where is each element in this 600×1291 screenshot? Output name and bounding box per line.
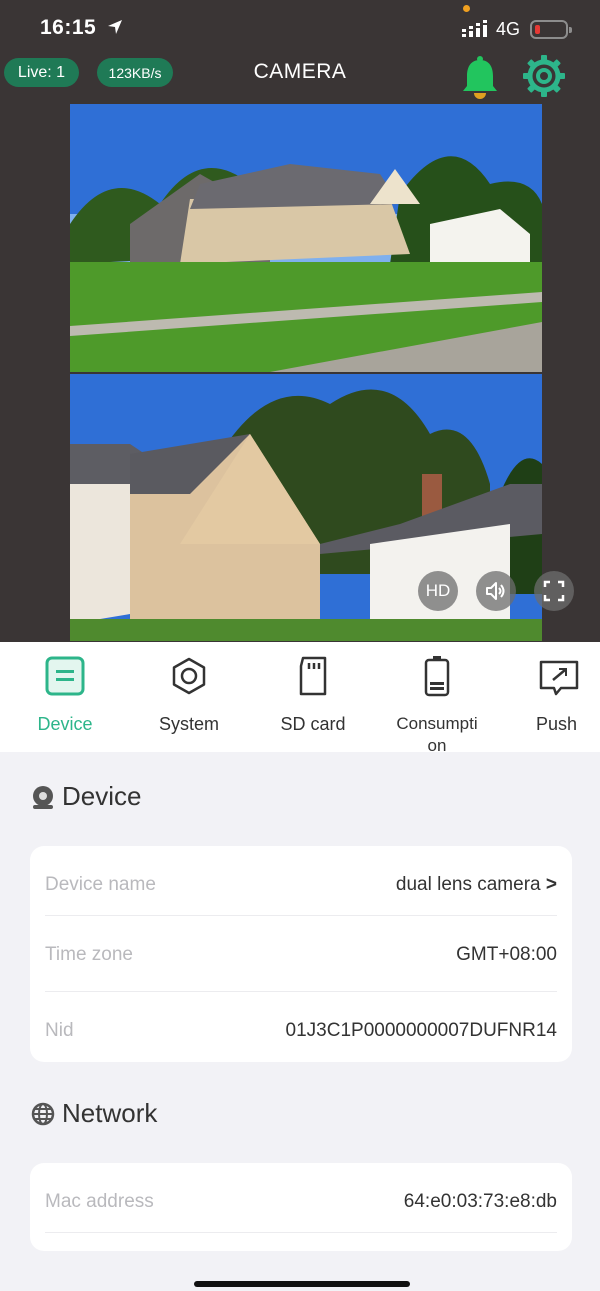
row-value-group: dual lens camera > xyxy=(396,874,557,896)
speaker-button[interactable] xyxy=(476,571,516,611)
device-name-value: dual lens camera xyxy=(395,873,541,895)
tab-label: Device xyxy=(37,714,93,734)
tab-device[interactable]: Device xyxy=(0,642,130,752)
page-title: CAMERA xyxy=(253,60,347,83)
network-section-heading: Network xyxy=(30,1098,157,1129)
fullscreen-icon xyxy=(543,580,565,602)
fullscreen-button[interactable] xyxy=(534,571,574,611)
video-panel: 16:15 4G Live: 1 123KB/s CAMERA HD xyxy=(0,0,600,642)
camera-icon xyxy=(33,785,53,809)
section-title: Device xyxy=(62,781,142,811)
push-icon xyxy=(539,660,579,696)
tab-push[interactable]: Push xyxy=(496,642,600,752)
time-zone-value: GMT+08:00 xyxy=(456,943,557,965)
device-icon xyxy=(45,656,85,696)
bell-icon[interactable] xyxy=(460,54,500,100)
tab-label: Push xyxy=(536,714,578,734)
chevron-right-icon: > xyxy=(545,873,557,895)
section-title: Network xyxy=(62,1098,158,1128)
globe-icon xyxy=(31,1102,55,1125)
row-label: Time zone xyxy=(45,943,133,965)
battery-icon xyxy=(424,656,450,697)
nid-row: Nid 01J3C1P0000000007DUFNR14 xyxy=(45,992,557,1069)
mac-address-value: 64:e0:03:73:e8:db xyxy=(403,1190,557,1212)
device-info-card: Device name dual lens camera > Time zone… xyxy=(30,846,572,1062)
row-label: Mac address xyxy=(45,1190,154,1212)
divider xyxy=(45,1232,557,1233)
status-bar: 16:15 4G xyxy=(0,0,600,58)
battery-icon xyxy=(530,20,572,39)
camera-feed-1[interactable] xyxy=(70,104,542,372)
time-zone-row: Time zone GMT+08:00 xyxy=(45,916,557,993)
gear-icon[interactable] xyxy=(522,54,566,98)
row-label: Nid xyxy=(45,1019,74,1041)
tab-label: Consumpti on xyxy=(396,714,478,755)
settings-tab-bar: Device System SD card Consumpti on Push xyxy=(0,642,600,755)
location-icon xyxy=(108,20,122,34)
tab-consumption[interactable]: Consumpti on xyxy=(372,642,502,755)
sd-card-icon xyxy=(299,656,327,696)
device-name-row[interactable]: Device name dual lens camera > xyxy=(45,846,557,923)
row-label: Device name xyxy=(45,873,156,895)
system-icon xyxy=(172,657,206,695)
home-indicator[interactable] xyxy=(194,1281,410,1287)
mac-address-row: Mac address 64:e0:03:73:e8:db xyxy=(45,1163,557,1240)
signal-icon xyxy=(462,20,487,37)
device-section-heading: Device xyxy=(30,781,141,812)
privacy-dot xyxy=(463,5,470,12)
nid-value: 01J3C1P0000000007DUFNR14 xyxy=(285,1019,557,1041)
network-info-card: Mac address 64:e0:03:73:e8:db xyxy=(30,1163,572,1251)
tab-label: System xyxy=(158,714,219,734)
speaker-icon xyxy=(486,582,505,600)
tab-sd-card[interactable]: SD card xyxy=(248,642,378,752)
hd-toggle-button[interactable]: HD xyxy=(418,571,458,611)
status-time: 16:15 xyxy=(40,16,97,39)
tab-system[interactable]: System xyxy=(124,642,254,752)
tab-label: SD card xyxy=(280,714,346,734)
camera-feed-2[interactable] xyxy=(70,374,542,641)
network-type: 4G xyxy=(496,19,521,39)
